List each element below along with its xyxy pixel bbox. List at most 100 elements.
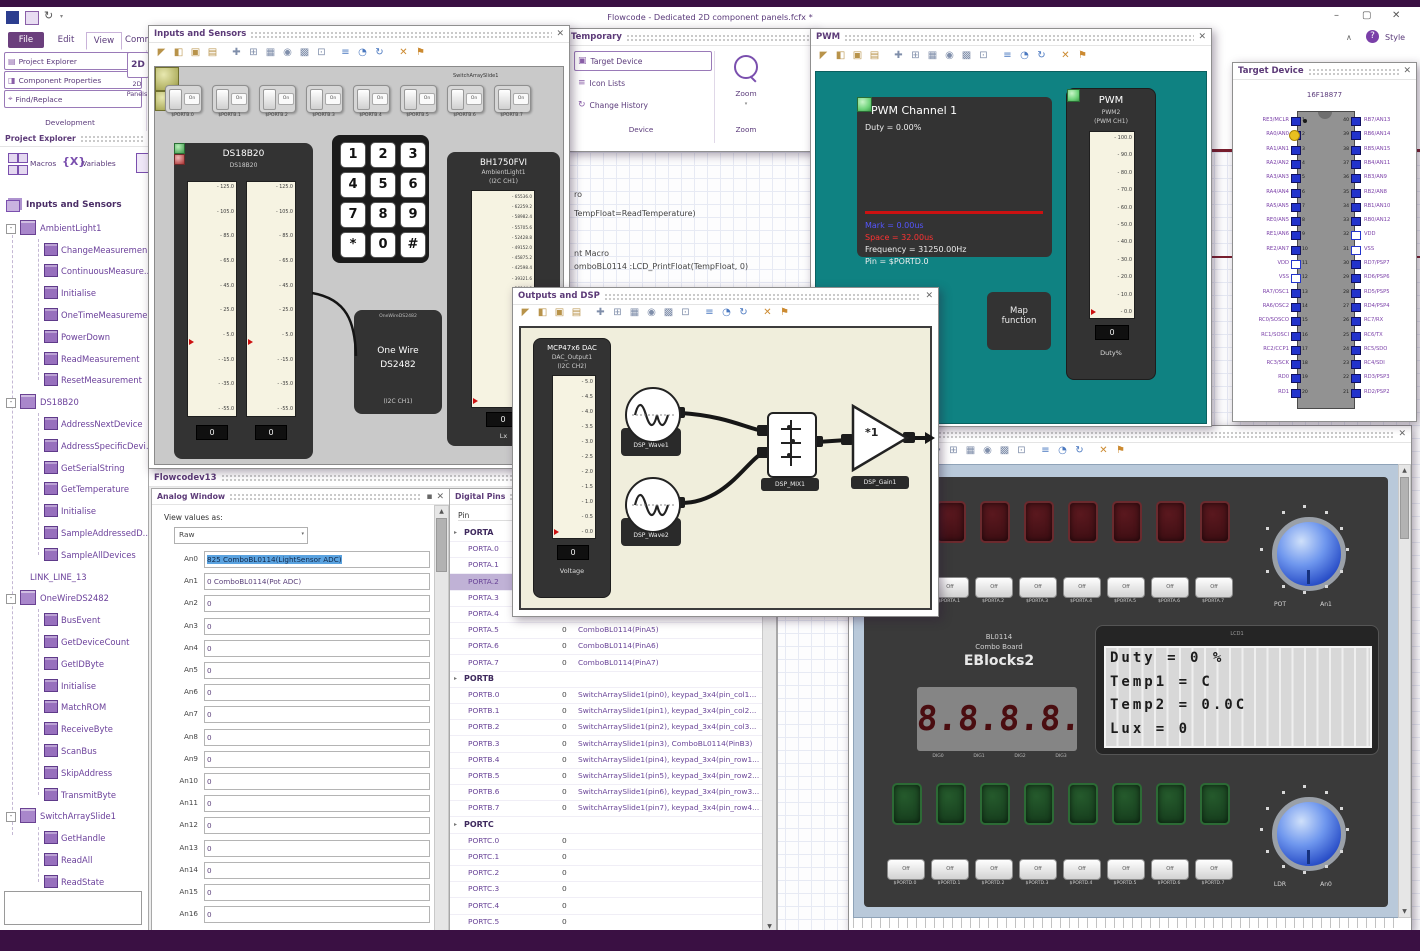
pin-square-left[interactable] [1291, 360, 1301, 370]
close-icon[interactable]: ✕ [925, 291, 933, 301]
pin-square-left[interactable] [1291, 274, 1301, 284]
toolbar-icon-11[interactable]: ◔ [1056, 444, 1069, 457]
pin-square-left[interactable] [1291, 231, 1301, 241]
pin-square-right[interactable] [1351, 188, 1361, 198]
close-icon[interactable]: ✕ [1403, 66, 1411, 76]
help-icon[interactable]: ? [1366, 30, 1379, 43]
tree-item-getdevicecount[interactable]: GetDeviceCount [0, 633, 148, 651]
toolbar-icon-11[interactable]: ◔ [720, 306, 733, 319]
digital-pin-row-portc.4[interactable]: PORTC.4 0 [450, 898, 762, 915]
tree-item-onetimemeasureme-[interactable]: OneTimeMeasureme... [0, 306, 148, 324]
outputs-canvas[interactable]: MCP47x6 DAC DAC_Output1 (I2C CH2) - 5.0-… [519, 326, 935, 610]
close-icon[interactable]: ✕ [436, 492, 444, 502]
tree-item-readall[interactable]: ReadAll [0, 851, 148, 869]
panels-2d-button[interactable]: 2D [127, 52, 149, 78]
toolbar-icon-10[interactable]: ≡ [1001, 49, 1014, 62]
board-switch--porta-4[interactable]: Off [1063, 577, 1101, 598]
toolbar-icon-12[interactable]: ↻ [737, 306, 750, 319]
pin-square-right[interactable] [1351, 317, 1361, 327]
temporary-item-icon-lists[interactable]: ≡ Icon Lists [574, 73, 712, 93]
input-switch-5[interactable]: On [400, 85, 437, 113]
pin-square-right[interactable] [1351, 231, 1361, 241]
refresh-icon[interactable]: ↻ [44, 9, 53, 22]
input-switch-4[interactable]: On [353, 85, 390, 113]
pin-square-right[interactable] [1351, 245, 1361, 255]
pin-square-left[interactable] [1291, 159, 1301, 169]
input-switch-6[interactable]: On [447, 85, 484, 113]
toolbar-icon-8[interactable]: ▩ [298, 46, 311, 59]
input-switch-2[interactable]: On [259, 85, 296, 113]
toolbar-icon-10[interactable]: ≡ [1039, 444, 1052, 457]
keypad-key-5[interactable]: 5 [370, 172, 396, 198]
tree-item-powerdown[interactable]: PowerDown [0, 328, 148, 346]
pin-square-left[interactable] [1291, 117, 1301, 126]
toolbar-icon-13[interactable]: ✕ [397, 46, 410, 59]
pin-square-left[interactable] [1291, 388, 1301, 398]
digital-port-header-portb[interactable]: ▸ PORTB [450, 671, 762, 688]
minimize-button[interactable]: – [1334, 10, 1339, 21]
analog-value-field-an14[interactable]: 0 [204, 861, 430, 879]
switch-knob[interactable] [357, 89, 370, 110]
analog-value-field-an9[interactable]: 0 [204, 750, 430, 768]
toolbar-icon-0[interactable]: ◤ [155, 46, 168, 59]
view-values-dropdown[interactable]: Raw ▾ [174, 527, 308, 544]
style-menu[interactable]: Style [1385, 33, 1405, 42]
switch-knob[interactable] [169, 89, 182, 110]
scroll-up-icon[interactable]: ▲ [1399, 467, 1410, 474]
input-switch-3[interactable]: On [306, 85, 343, 113]
pin-square-right[interactable] [1351, 274, 1361, 284]
tree-item-gettemperature[interactable]: GetTemperature [0, 480, 148, 498]
board-switch--portd-0[interactable]: Off [887, 859, 925, 880]
tree-item-matchrom[interactable]: MatchROM [0, 698, 148, 716]
switch-knob[interactable] [216, 89, 229, 110]
pin-square-right[interactable] [1351, 288, 1361, 298]
pin-square-right[interactable] [1351, 345, 1361, 355]
keypad-key-4[interactable]: 4 [340, 172, 366, 198]
toolbar-icon-13[interactable]: ✕ [761, 306, 774, 319]
board-switch--porta-6[interactable]: Off [1151, 577, 1189, 598]
quick-access-caret-icon[interactable]: ▾ [60, 13, 63, 20]
toolbar-icon-14[interactable]: ⚑ [1114, 444, 1127, 457]
toolbar-icon-3[interactable]: ▤ [570, 306, 583, 319]
toolbar-icon-9[interactable]: ⊡ [977, 49, 990, 62]
pin-square-right[interactable] [1351, 174, 1361, 184]
toolbar-icon-7[interactable]: ◉ [981, 444, 994, 457]
pin-square-right[interactable] [1351, 374, 1361, 384]
target-titlebar[interactable]: Target Device ✕ [1233, 63, 1416, 80]
analog-value-field-an1[interactable]: 0 ComboBL0114(Pot ADC) [204, 573, 430, 591]
pin-square-right[interactable] [1351, 159, 1361, 169]
pin-square-right[interactable] [1351, 131, 1361, 141]
tree-item-samplealldevices[interactable]: SampleAllDevices [0, 546, 148, 564]
tree-item-gethandle[interactable]: GetHandle [0, 829, 148, 847]
board-switch--porta-2[interactable]: Off [975, 577, 1013, 598]
dsp-wave1-circle[interactable] [625, 387, 681, 443]
toolbar-icon-2[interactable]: ▣ [189, 46, 202, 59]
pin-square-left[interactable] [1291, 331, 1301, 341]
pin-square-left[interactable] [1291, 260, 1301, 269]
tree-item-resetmeasurement[interactable]: ResetMeasurement [0, 371, 148, 389]
board-switch--portd-4[interactable]: Off [1063, 859, 1101, 880]
analog-value-field-an4[interactable]: 0 [204, 639, 430, 657]
board-hruler[interactable] [853, 918, 1398, 928]
pin-square-left[interactable] [1291, 217, 1301, 227]
tree-expander-icon[interactable]: - [6, 812, 16, 823]
keypad-key-9[interactable]: 9 [400, 202, 426, 228]
toolbar-icon-0[interactable]: ◤ [519, 306, 532, 319]
scroll-down-icon[interactable]: ▼ [763, 923, 776, 930]
tree-item-addressnextdevice[interactable]: AddressNextDevice [0, 415, 148, 433]
keypad-key-7[interactable]: 7 [340, 202, 366, 228]
digital-pin-row-porta.6[interactable]: PORTA.6 0 ComboBL0114(PinA6) [450, 638, 762, 656]
toolbar-icon-11[interactable]: ◔ [356, 46, 369, 59]
board-switch--portd-2[interactable]: Off [975, 859, 1013, 880]
toolbar-icon-1[interactable]: ◧ [536, 306, 549, 319]
toolbar-icon-3[interactable]: ▤ [868, 49, 881, 62]
maximize-button[interactable]: ▢ [1362, 10, 1371, 21]
digital-pin-row-porta.5[interactable]: PORTA.5 0 ComboBL0114(PinA5) [450, 622, 762, 640]
input-switch-7[interactable]: On [494, 85, 531, 113]
tab-edit[interactable]: Edit [50, 32, 82, 48]
toolbar-icon-6[interactable]: ▦ [964, 444, 977, 457]
tab-view[interactable]: View [86, 32, 122, 50]
keypad-key-hash[interactable]: # [400, 232, 426, 258]
ribbon-collapse-icon[interactable]: ∧ [1346, 33, 1352, 42]
pwm-titlebar[interactable]: PWM ✕ [811, 29, 1211, 46]
